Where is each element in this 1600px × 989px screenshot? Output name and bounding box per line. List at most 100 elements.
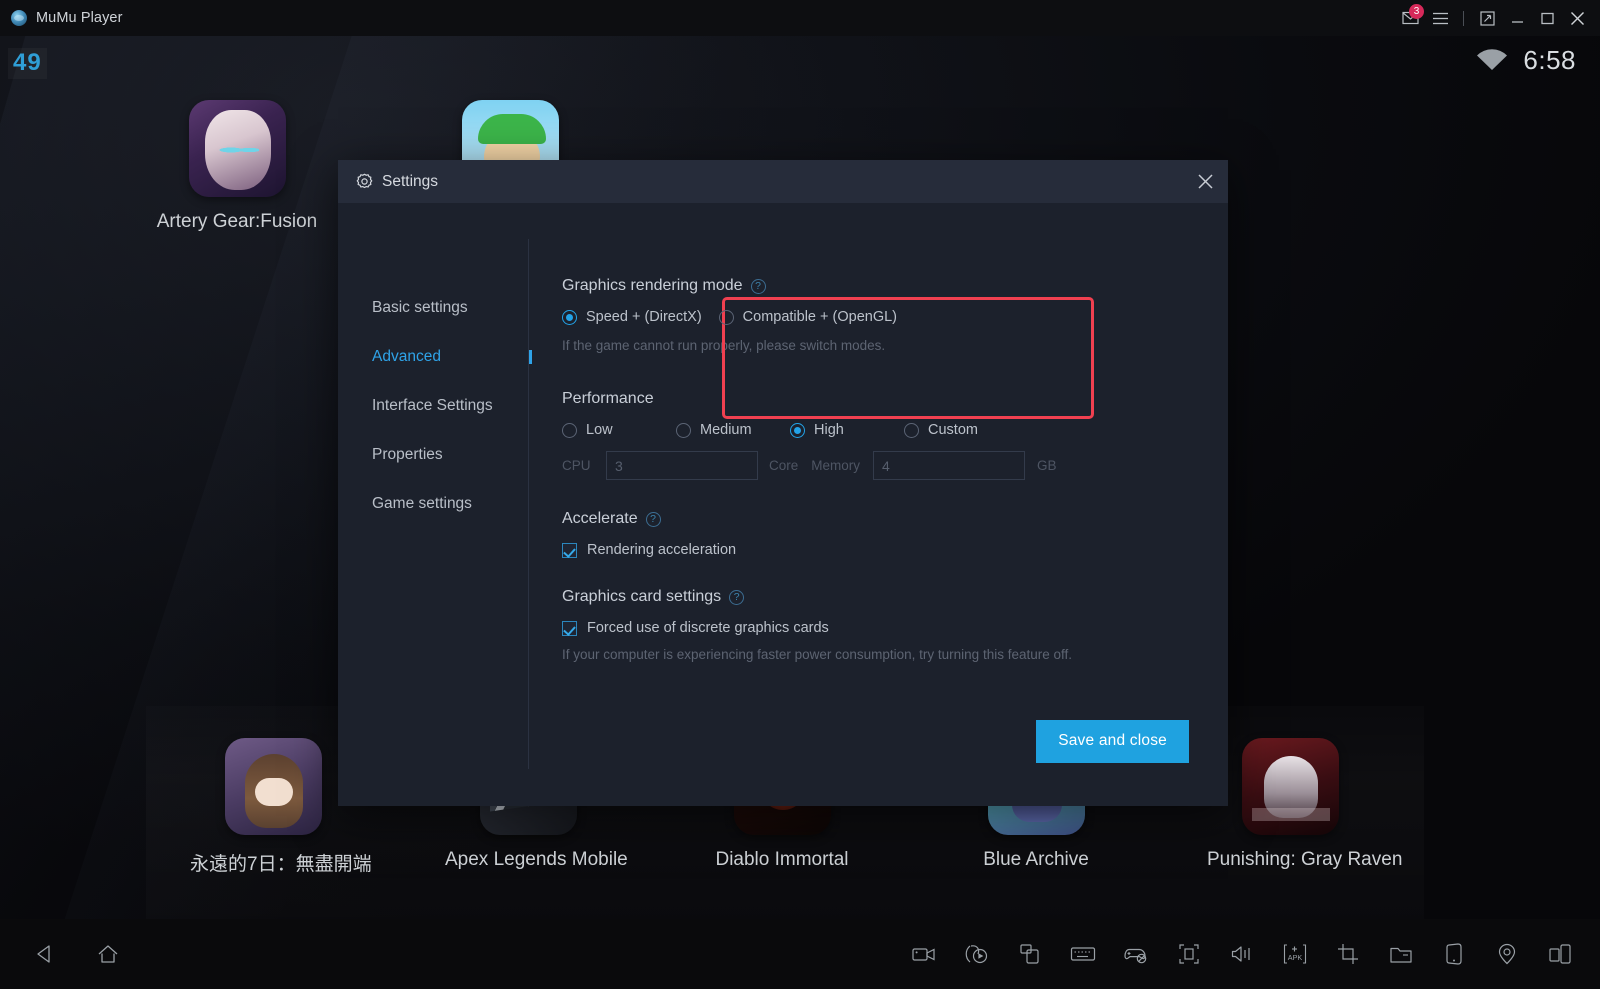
android-status-bar: 6:58 — [0, 36, 1600, 84]
dialog-close-icon[interactable] — [1182, 160, 1228, 203]
shake-button[interactable] — [1436, 936, 1472, 972]
performance-option-low[interactable]: Low — [562, 422, 676, 438]
memory-select[interactable]: 4 — [873, 451, 1026, 480]
app-label: Artery Gear:Fusion — [156, 211, 318, 232]
multi-instance-button[interactable] — [1012, 936, 1048, 972]
app-tile-icon — [224, 738, 322, 835]
checkbox-label-rendering-acceleration: Rendering acceleration — [587, 542, 737, 558]
radio-low[interactable] — [562, 422, 577, 438]
cpu-label: CPU — [562, 458, 591, 473]
screen-replay-button[interactable] — [959, 936, 995, 972]
emulator-toolbar: APK — [0, 919, 1600, 989]
back-button[interactable] — [26, 936, 62, 972]
sidebar-item-game-settings[interactable]: Game settings — [338, 479, 528, 528]
radio-label-high: High — [814, 422, 844, 438]
discrete-gpu-row[interactable]: Forced use of discrete graphics cards — [562, 620, 1228, 636]
radio-custom[interactable] — [904, 422, 919, 438]
volume-button[interactable] — [1224, 936, 1260, 972]
graphics-card-section: Graphics card settings ? Forced use of d… — [562, 588, 1228, 662]
sidebar-item-interface-settings[interactable]: Interface Settings — [338, 381, 528, 430]
minimize-icon[interactable] — [1502, 3, 1532, 33]
performance-spec-row: CPU 3 Core Memory 4 GB — [562, 451, 1228, 480]
help-icon[interactable]: ? — [750, 278, 766, 294]
sidebar-item-advanced[interactable]: Advanced — [338, 332, 532, 381]
radio-label-custom: Custom — [928, 422, 978, 438]
home-button[interactable] — [90, 936, 126, 972]
fullscreen-button[interactable] — [1171, 936, 1207, 972]
sidebar-item-properties[interactable]: Properties — [338, 430, 528, 479]
menu-icon[interactable] — [1425, 3, 1455, 33]
screen-root: MuMu Player 3 49 6:58 Artery Gear:Fusion… — [0, 0, 1600, 989]
host-title-left: MuMu Player — [0, 10, 123, 26]
sidebar-item-label: Game settings — [372, 494, 472, 512]
app-label: Punishing: Gray Raven — [1207, 849, 1403, 870]
checkbox-forced-discrete-gpu[interactable] — [562, 620, 577, 636]
dialog-title: Settings — [382, 172, 439, 190]
dock-app-eternal-7days[interactable]: 永遠的7日：無盡開端 — [190, 738, 372, 876]
rendering-acceleration-row[interactable]: Rendering acceleration — [562, 542, 1228, 558]
gamepad-button[interactable] — [1118, 936, 1154, 972]
location-button[interactable] — [1489, 936, 1525, 972]
graphics-rendering-options: Speed + (DirectX) Compatible + (OpenGL) — [562, 309, 1228, 325]
sidebar-item-basic-settings[interactable]: Basic settings — [338, 283, 528, 332]
multi-window-button[interactable] — [1542, 936, 1578, 972]
dock-app-punishing-gray-raven[interactable]: Punishing: Gray Raven — [1207, 738, 1403, 871]
radio-medium[interactable] — [676, 422, 691, 438]
dialog-content: Graphics rendering mode ? Speed + (Direc… — [528, 203, 1228, 806]
close-icon[interactable] — [1562, 3, 1592, 33]
mumu-logo-icon — [11, 10, 27, 26]
settings-dialog: Settings Basic settings Advanced Interfa… — [338, 160, 1228, 806]
radio-speed-directx[interactable] — [562, 309, 577, 325]
checkbox-rendering-acceleration[interactable] — [562, 542, 577, 558]
install-apk-button[interactable]: APK — [1277, 936, 1313, 972]
performance-option-medium[interactable]: Medium — [676, 422, 790, 438]
sidebar-item-label: Properties — [372, 445, 443, 463]
performance-option-custom[interactable]: Custom — [904, 422, 1018, 438]
app-title: MuMu Player — [36, 10, 123, 26]
accelerate-title: Accelerate — [562, 510, 638, 527]
maximize-icon[interactable] — [1532, 3, 1562, 33]
host-title-bar: MuMu Player 3 — [0, 0, 1600, 36]
radio-label-medium: Medium — [700, 422, 752, 438]
window-controls-divider — [1463, 10, 1464, 26]
cpu-value: 3 — [615, 457, 623, 474]
performance-option-high[interactable]: High — [790, 422, 904, 438]
screenshot-crop-button[interactable] — [1330, 936, 1366, 972]
accelerate-section: Accelerate ? Rendering acceleration — [562, 510, 1228, 558]
sidebar-item-label: Interface Settings — [372, 396, 493, 414]
performance-title-row: Performance — [562, 390, 1228, 408]
radio-compatible-opengl[interactable] — [718, 309, 734, 325]
emulator-tool-buttons: APK — [906, 936, 1600, 972]
app-label: Apex Legends Mobile — [445, 849, 628, 870]
save-and-close-button[interactable]: Save and close — [1036, 720, 1189, 763]
cpu-unit: Core — [769, 458, 799, 473]
keyboard-mapping-button[interactable] — [1065, 936, 1101, 972]
record-video-button[interactable] — [906, 936, 942, 972]
sidebar-item-label: Basic settings — [372, 298, 468, 316]
messages-icon[interactable]: 3 — [1395, 3, 1425, 33]
graphics-rendering-title-row: Graphics rendering mode ? — [562, 277, 1228, 295]
graphics-rendering-title: Graphics rendering mode — [562, 277, 743, 294]
help-icon[interactable]: ? — [645, 511, 661, 527]
cpu-select[interactable]: 3 — [606, 451, 758, 480]
app-label: Diablo Immortal — [715, 849, 849, 870]
radio-label-compatible-opengl: Compatible + (OpenGL) — [742, 309, 897, 325]
shared-folder-button[interactable] — [1383, 936, 1419, 972]
window-controls: 3 — [1395, 3, 1600, 33]
dialog-sidebar: Basic settings Advanced Interface Settin… — [338, 203, 532, 806]
desktop-app-artery-gear[interactable]: Artery Gear:Fusion — [154, 100, 320, 233]
performance-title: Performance — [562, 390, 654, 407]
dialog-body: Basic settings Advanced Interface Settin… — [338, 203, 1228, 806]
app-tile-icon — [188, 100, 286, 197]
help-icon[interactable]: ? — [729, 589, 745, 605]
radio-high[interactable] — [790, 422, 805, 438]
wifi-icon — [1477, 49, 1508, 70]
svg-text:APK: APK — [1288, 953, 1303, 962]
graphics-card-title: Graphics card settings — [562, 588, 722, 605]
android-screen: 49 6:58 Artery Gear:Fusion 永遠的7日：無盡開端 Ap… — [0, 36, 1600, 989]
memory-unit: GB — [1037, 458, 1057, 473]
resize-window-icon[interactable] — [1472, 3, 1502, 33]
status-clock: 6:58 — [1523, 44, 1576, 75]
gear-icon — [356, 173, 373, 189]
memory-value: 4 — [882, 457, 890, 474]
